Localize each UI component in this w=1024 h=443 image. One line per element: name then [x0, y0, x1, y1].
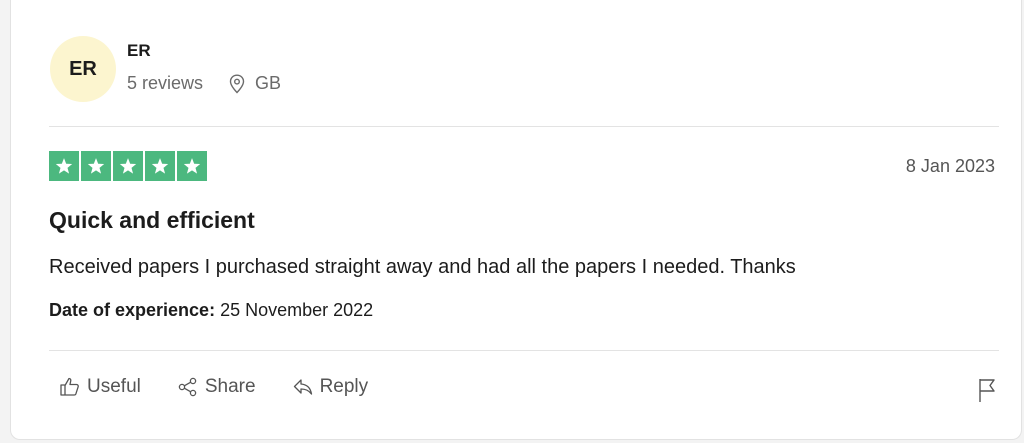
- share-icon: [178, 377, 197, 397]
- review-date: 8 Jan 2023: [905, 156, 995, 176]
- review-actions: Useful Share Reply: [59, 376, 404, 398]
- reply-button[interactable]: Reply: [292, 376, 369, 398]
- star-rating: [49, 151, 207, 181]
- review-card: ER ER 5 reviews GB 8 Jan 2023 Quick and …: [10, 0, 1022, 440]
- date-of-experience: Date of experience: 25 November 2022: [49, 300, 373, 321]
- country-code: GB: [255, 73, 282, 93]
- reply-label: Reply: [319, 376, 369, 397]
- review-title[interactable]: Quick and efficient: [49, 207, 255, 234]
- flag-icon: [979, 379, 995, 402]
- star-icon: [81, 151, 111, 181]
- useful-label: Useful: [87, 376, 141, 397]
- star-icon: [49, 151, 79, 181]
- share-label: Share: [204, 376, 256, 397]
- star-icon: [177, 151, 207, 181]
- header-divider: [49, 126, 999, 127]
- star-icon: [145, 151, 175, 181]
- footer-divider: [49, 350, 999, 351]
- reviewer-meta: 5 reviews GB: [127, 73, 281, 94]
- review-body: Received papers I purchased straight awa…: [49, 256, 796, 278]
- thumbs-up-icon: [60, 377, 79, 396]
- experience-date: 25 November 2022: [220, 300, 374, 320]
- reviews-count: 5 reviews: [127, 73, 204, 93]
- avatar-initials: ER: [69, 57, 97, 80]
- share-button[interactable]: Share: [177, 376, 256, 398]
- experience-label: Date of experience:: [49, 300, 216, 320]
- avatar[interactable]: ER: [50, 36, 116, 102]
- star-icon: [113, 151, 143, 181]
- reviewer-name[interactable]: ER: [127, 41, 151, 61]
- reply-icon: [293, 379, 312, 395]
- useful-button[interactable]: Useful: [59, 376, 141, 398]
- reviewer-location: GB: [229, 73, 281, 94]
- report-flag-button[interactable]: [977, 377, 997, 408]
- location-pin-icon: [229, 73, 245, 93]
